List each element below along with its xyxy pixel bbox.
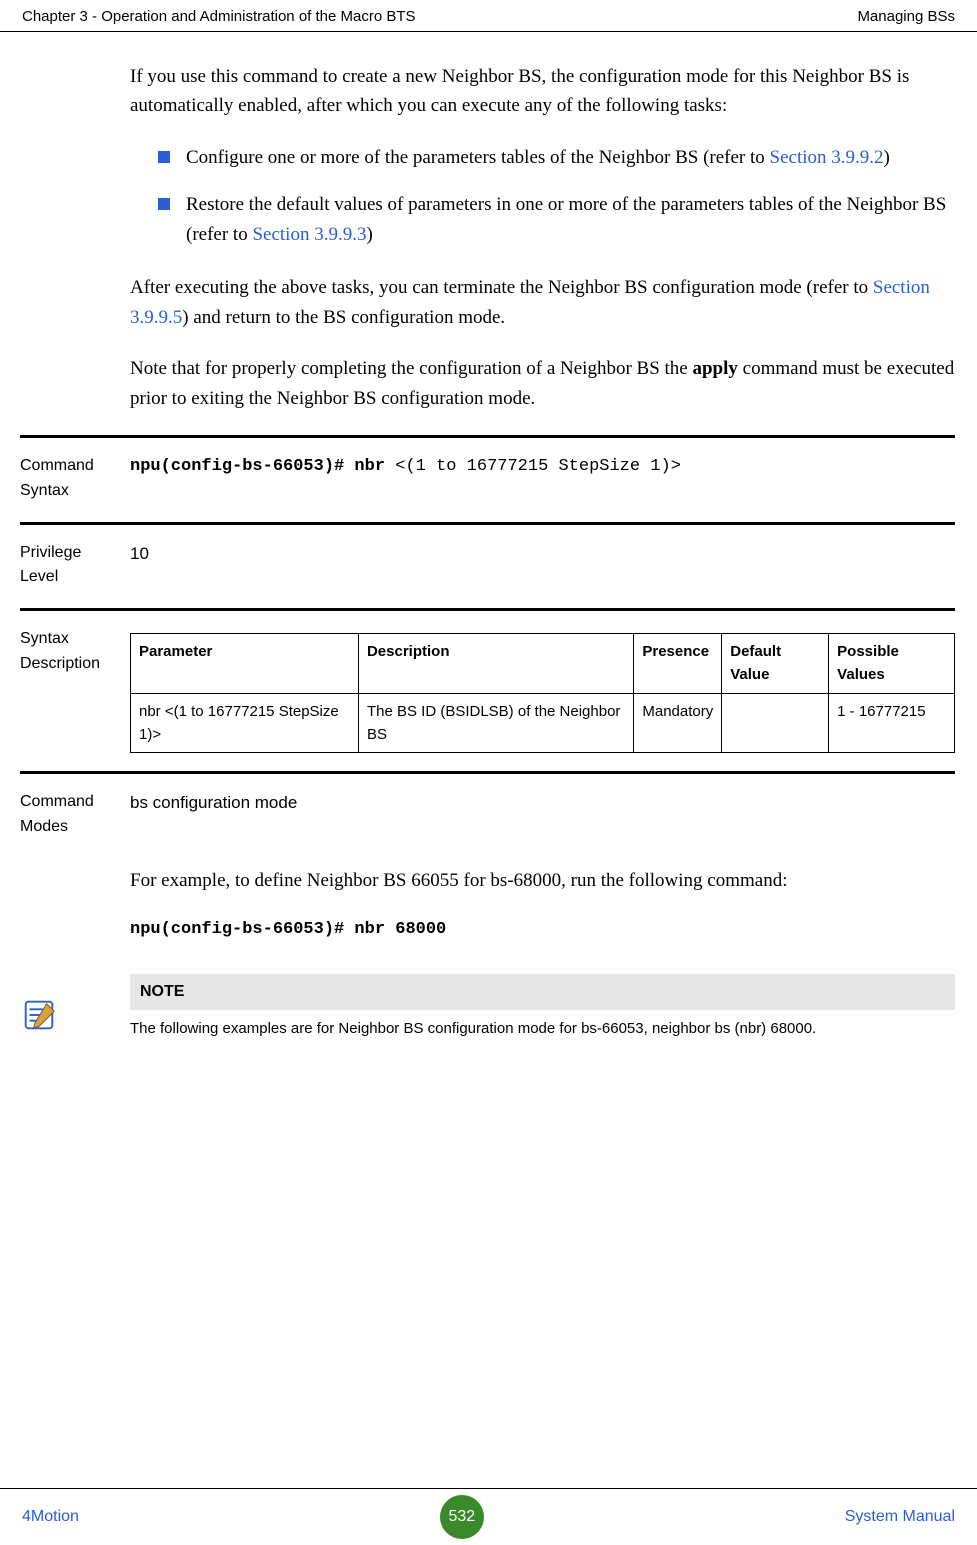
syntax-description-section: Syntax Description Parameter Description…	[20, 608, 955, 753]
section-label: Command Syntax	[20, 454, 130, 504]
note-text: The following examples are for Neighbor …	[130, 1010, 955, 1047]
th-presence: Presence	[634, 634, 722, 694]
example-text: For example, to define Neighbor BS 66055…	[130, 866, 955, 895]
bullet1-text-b: )	[884, 147, 890, 168]
page-content: If you use this command to create a new …	[0, 32, 977, 1047]
td-presence: Mandatory	[634, 693, 722, 753]
td-parameter: nbr <(1 to 16777215 StepSize 1)>	[131, 693, 359, 753]
command-modes-section: Command Modes bs configuration mode	[20, 771, 955, 840]
bullet-text: Restore the default values of parameters…	[186, 190, 955, 249]
example-command: npu(config-bs-66053)# nbr 68000	[130, 917, 955, 943]
table-header-row: Parameter Description Presence Default V…	[131, 634, 955, 694]
section-label: Command Modes	[20, 790, 130, 840]
note-body: NOTE The following examples are for Neig…	[130, 974, 955, 1048]
example-block: For example, to define Neighbor BS 66055…	[130, 866, 955, 944]
syntax-table: Parameter Description Presence Default V…	[130, 633, 955, 753]
note-title: NOTE	[130, 974, 955, 1011]
bullet-icon	[158, 198, 170, 210]
bullet-list: Configure one or more of the parameters …	[158, 143, 955, 249]
section-link[interactable]: Section 3.9.9.2	[770, 147, 884, 168]
th-parameter: Parameter	[131, 634, 359, 694]
td-description: The BS ID (BSIDLSB) of the Neighbor BS	[358, 693, 633, 753]
header-right: Managing BSs	[857, 8, 955, 25]
note-para-bold: apply	[692, 358, 737, 379]
list-item: Configure one or more of the parameters …	[158, 143, 955, 172]
section-label: Syntax Description	[20, 627, 130, 753]
bullet2-text-b: )	[366, 224, 372, 245]
bullet-text: Configure one or more of the parameters …	[186, 143, 955, 172]
section-label: Privilege Level	[20, 541, 130, 591]
th-possible-values: Possible Values	[829, 634, 955, 694]
note-box: NOTE The following examples are for Neig…	[20, 974, 955, 1048]
td-possible-values: 1 - 16777215	[829, 693, 955, 753]
note-pencil-icon	[20, 996, 58, 1034]
header-left: Chapter 3 - Operation and Administration…	[22, 8, 416, 25]
footer-left[interactable]: 4Motion	[22, 1508, 79, 1526]
bullet-icon	[158, 151, 170, 163]
table-row: nbr <(1 to 16777215 StepSize 1)> The BS …	[131, 693, 955, 753]
section-link[interactable]: Section 3.9.9.3	[252, 224, 366, 245]
syntax-table-wrap: Parameter Description Presence Default V…	[130, 627, 955, 753]
privilege-level-section: Privilege Level 10	[20, 522, 955, 591]
page-number-badge: 532	[440, 1495, 484, 1539]
bullet1-text-a: Configure one or more of the parameters …	[186, 147, 770, 168]
command-syntax-rest: <(1 to 16777215 StepSize 1)>	[395, 457, 681, 476]
command-syntax-section: Command Syntax npu(config-bs-66053)# nbr…	[20, 435, 955, 504]
after-paragraph: After executing the above tasks, you can…	[130, 273, 955, 332]
after-text-b: ) and return to the BS configuration mod…	[182, 307, 505, 328]
footer-right[interactable]: System Manual	[845, 1508, 955, 1526]
page-footer: 4Motion 532 System Manual	[0, 1488, 977, 1539]
note-para-a: Note that for properly completing the co…	[130, 358, 692, 379]
intro-paragraph: If you use this command to create a new …	[130, 62, 955, 121]
td-default-value	[722, 693, 829, 753]
page-header: Chapter 3 - Operation and Administration…	[0, 0, 977, 32]
command-syntax-body: npu(config-bs-66053)# nbr <(1 to 1677721…	[130, 454, 955, 504]
note-icon-cell	[20, 974, 130, 1048]
list-item: Restore the default values of parameters…	[158, 190, 955, 249]
apply-note-paragraph: Note that for properly completing the co…	[130, 354, 955, 413]
th-default-value: Default Value	[722, 634, 829, 694]
command-syntax-bold: npu(config-bs-66053)# nbr	[130, 457, 395, 476]
th-description: Description	[358, 634, 633, 694]
after-text-a: After executing the above tasks, you can…	[130, 277, 873, 298]
privilege-value: 10	[130, 541, 955, 591]
command-modes-value: bs configuration mode	[130, 790, 955, 840]
